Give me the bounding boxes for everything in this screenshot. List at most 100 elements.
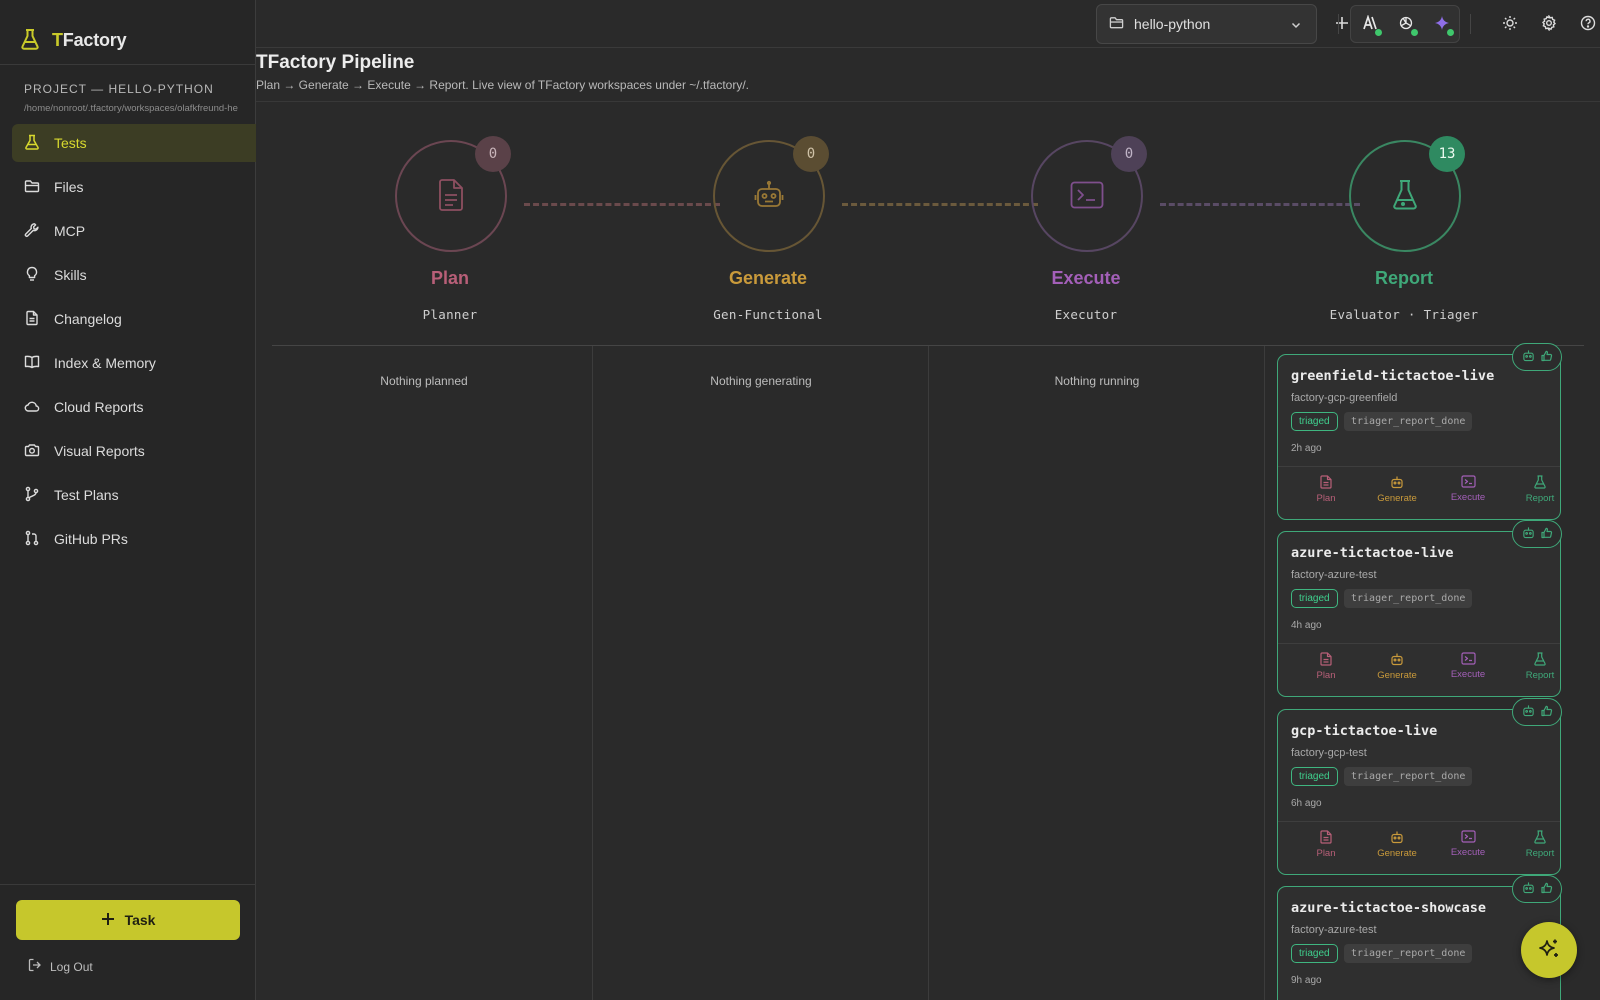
card-subtitle: factory-azure-test <box>1291 924 1377 936</box>
sidebar-item-label: Cloud Reports <box>54 399 144 415</box>
git-pull-request-icon <box>24 530 40 549</box>
sidebar-item-index-memory[interactable]: Index & Memory <box>12 344 256 382</box>
card-action-execute[interactable]: Execute <box>1438 830 1498 858</box>
thumbs-up-icon[interactable] <box>1540 881 1553 897</box>
sidebar-item-label: Changelog <box>54 311 122 327</box>
sidebar-item-mcp[interactable]: MCP <box>12 212 256 250</box>
report-card[interactable]: azure-tictactoe-showcase factory-azure-te… <box>1277 875 1562 1000</box>
help-circle-icon <box>1580 15 1596 34</box>
logout-icon <box>28 958 42 975</box>
card-action-label: Report <box>1525 848 1555 859</box>
card-action-execute[interactable]: Execute <box>1438 652 1498 680</box>
thumbs-up-icon[interactable] <box>1540 704 1553 720</box>
sidebar-item-visual-reports[interactable]: Visual Reports <box>12 432 256 470</box>
new-task-button[interactable]: Task <box>16 900 240 940</box>
card-action-report[interactable]: Report <box>1510 830 1570 859</box>
ai-assistant-button[interactable] <box>1521 922 1577 978</box>
card-tools <box>1512 875 1562 903</box>
card-actions: Plan Generate Execute Report <box>1278 466 1560 520</box>
card-action-generate[interactable]: Generate <box>1367 830 1427 859</box>
robot-icon[interactable] <box>1522 881 1535 897</box>
thumbs-up-icon[interactable] <box>1540 349 1553 365</box>
openai-agent-button[interactable] <box>1392 10 1420 38</box>
card-timestamp: 2h ago <box>1291 443 1322 454</box>
help-button[interactable] <box>1574 10 1600 38</box>
empty-state-execute: Nothing running <box>1054 374 1140 388</box>
report-card[interactable]: greenfield-tictactoe-live factory-gcp-gre… <box>1277 343 1562 520</box>
stage-count: 13 <box>1429 136 1465 172</box>
project-path: /home/nonroot/.tfactory/workspaces/olafk… <box>24 103 238 114</box>
folder-icon <box>24 178 40 197</box>
logout-button[interactable]: Log Out <box>28 958 93 975</box>
triaged-badge: triaged <box>1291 589 1338 608</box>
sidebar-item-test-plans[interactable]: Test Plans <box>12 476 256 514</box>
empty-state-plan: Nothing planned <box>380 374 468 388</box>
card-action-generate[interactable]: Generate <box>1367 475 1427 504</box>
robot-icon[interactable] <box>1522 526 1535 542</box>
card-tools <box>1512 698 1562 726</box>
card-action-label: Plan <box>1316 848 1336 859</box>
theme-toggle-button[interactable] <box>1496 10 1524 38</box>
cloud-icon <box>24 398 40 417</box>
sun-icon <box>1502 15 1518 34</box>
card-action-report[interactable]: Report <box>1510 475 1570 504</box>
card-action-label: Execute <box>1450 492 1486 503</box>
robot-icon[interactable] <box>1522 704 1535 720</box>
sidebar-item-label: Files <box>54 179 84 195</box>
card-title[interactable]: greenfield-tictactoe-live <box>1291 368 1494 384</box>
new-task-label: Task <box>124 912 156 928</box>
stage-role: Evaluator · Triager <box>1329 307 1479 322</box>
stage-name: Generate <box>728 268 808 288</box>
card-timestamp: 9h ago <box>1291 975 1322 986</box>
status-badge: triager_report_done <box>1344 767 1473 786</box>
card-action-plan[interactable]: Plan <box>1296 830 1356 859</box>
sidebar-item-label: Test Plans <box>54 487 119 503</box>
stage-connector <box>1160 203 1360 206</box>
sidebar-item-changelog[interactable]: Changelog <box>12 300 256 338</box>
sidebar-item-files[interactable]: Files <box>12 168 256 206</box>
project-select[interactable]: hello-python <box>1096 4 1317 44</box>
card-action-generate[interactable]: Generate <box>1367 652 1427 681</box>
card-action-label: Report <box>1525 493 1555 504</box>
stage-name: Report <box>1375 268 1433 288</box>
status-badge: triager_report_done <box>1344 412 1473 431</box>
camera-icon <box>24 442 40 461</box>
stage-count: 0 <box>793 136 829 172</box>
report-card[interactable]: gcp-tictactoe-live factory-gcp-test triage… <box>1277 698 1562 875</box>
card-title[interactable]: azure-tictactoe-showcase <box>1291 900 1486 916</box>
anthropic-agent-button[interactable] <box>1356 10 1384 38</box>
status-badge: triager_report_done <box>1344 589 1473 608</box>
sidebar-item-label: MCP <box>54 223 86 239</box>
robot-icon <box>1367 830 1427 844</box>
card-action-label: Generate <box>1377 848 1417 859</box>
card-action-execute[interactable]: Execute <box>1438 475 1498 503</box>
toolbar-separator <box>1338 14 1339 34</box>
stage-role: Gen-Functional <box>713 307 823 322</box>
git-branch-icon <box>24 486 40 505</box>
card-action-label: Report <box>1525 670 1555 681</box>
thumbs-up-icon[interactable] <box>1540 526 1553 542</box>
sidebar-item-tests[interactable]: Tests <box>12 124 256 162</box>
toolbar-separator <box>1470 14 1471 34</box>
gemini-agent-button[interactable] <box>1428 10 1456 38</box>
column-plan <box>256 346 593 1000</box>
page-title: TFactory Pipeline <box>256 52 415 73</box>
sidebar-item-cloud-reports[interactable]: Cloud Reports <box>12 388 256 426</box>
stage-role: Executor <box>1054 307 1118 322</box>
card-action-label: Generate <box>1377 670 1417 681</box>
terminal-icon <box>1438 475 1498 488</box>
brand[interactable]: TFactory <box>20 26 127 54</box>
settings-button[interactable] <box>1535 10 1563 38</box>
card-action-report[interactable]: Report <box>1510 652 1570 681</box>
report-card[interactable]: azure-tictactoe-live factory-azure-test tr… <box>1277 520 1562 697</box>
card-action-label: Plan <box>1316 493 1336 504</box>
sidebar-item-github-prs[interactable]: GitHub PRs <box>12 520 256 558</box>
robot-icon[interactable] <box>1522 349 1535 365</box>
robot-icon <box>754 180 784 213</box>
sidebar-item-label: Visual Reports <box>54 443 145 459</box>
sidebar-item-skills[interactable]: Skills <box>12 256 256 294</box>
card-title[interactable]: gcp-tictactoe-live <box>1291 723 1437 739</box>
card-action-plan[interactable]: Plan <box>1296 652 1356 681</box>
card-title[interactable]: azure-tictactoe-live <box>1291 545 1454 561</box>
card-action-plan[interactable]: Plan <box>1296 475 1356 504</box>
